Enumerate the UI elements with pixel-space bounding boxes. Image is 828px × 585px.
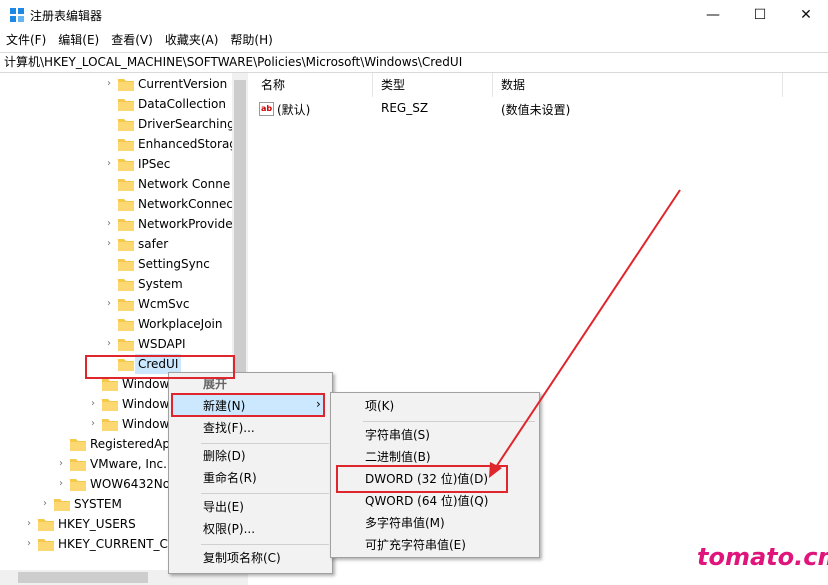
watermark: tomato.cm (697, 543, 828, 571)
arrow-head-icon (489, 462, 502, 478)
new-highlight-box (171, 393, 325, 417)
annotation-layer (85, 189, 681, 493)
arrow-line (493, 189, 681, 471)
dword-highlight-box (336, 465, 508, 493)
credui-highlight-box (85, 355, 235, 379)
